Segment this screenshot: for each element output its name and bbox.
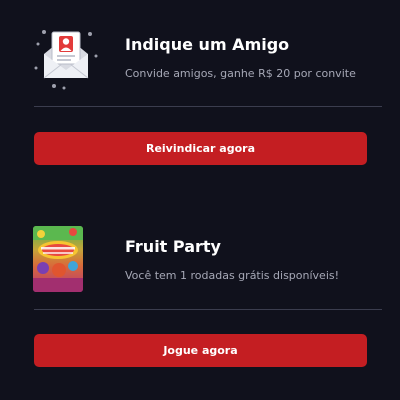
claim-now-button[interactable]: Reivindicar agora <box>34 132 367 165</box>
free-spins-subtitle: Você tem 1 rodadas grátis disponíveis! <box>125 269 340 282</box>
referral-title: Indique um Amigo <box>125 35 290 54</box>
play-now-button[interactable]: Jogue agora <box>34 334 367 367</box>
game-title: Fruit Party <box>125 237 221 256</box>
divider <box>34 309 382 310</box>
free-spins-promo: Fruit Party Você tem 1 rodadas grátis di… <box>0 222 400 312</box>
referral-subtitle: Convide amigos, ganhe R$ 20 por convite <box>125 67 356 80</box>
divider <box>34 106 382 107</box>
fruit-party-thumbnail <box>33 226 83 292</box>
rewards-panel: Indique um Amigo Convide amigos, ganhe R… <box>0 0 400 400</box>
referral-promo: Indique um Amigo Convide amigos, ganhe R… <box>0 0 400 108</box>
envelope-invite-icon <box>30 24 102 90</box>
